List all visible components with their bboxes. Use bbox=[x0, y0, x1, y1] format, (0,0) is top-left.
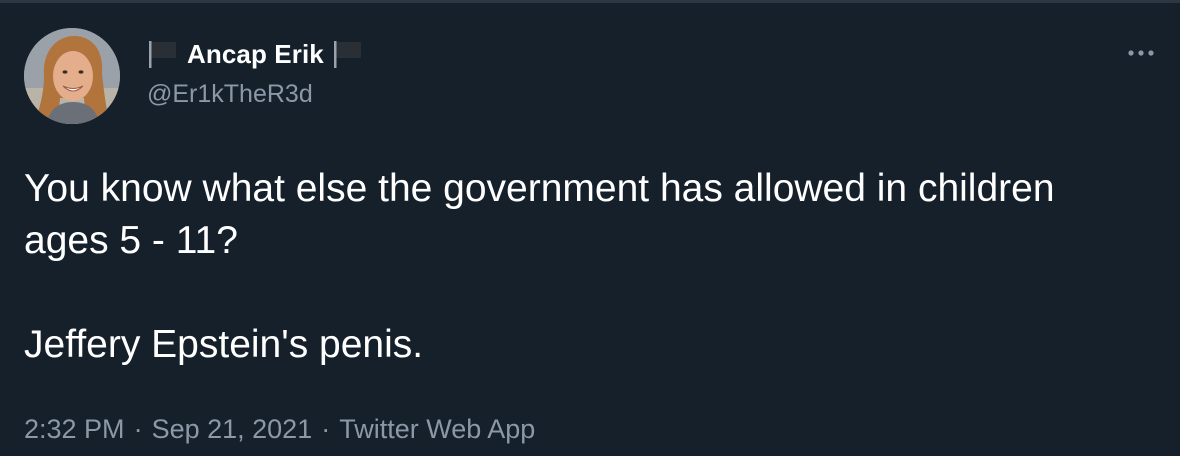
tweet-date[interactable]: Sep 21, 2021 bbox=[152, 414, 313, 444]
more-horizontal-icon bbox=[1128, 50, 1154, 56]
tweet-paragraph: You know what else the government has al… bbox=[24, 167, 1055, 262]
author-name-row[interactable]: Ancap Erik bbox=[147, 38, 364, 70]
more-options-button[interactable] bbox=[1124, 40, 1158, 66]
tweet-meta: 2:32 PM · Sep 21, 2021 · Twitter Web App bbox=[24, 414, 535, 445]
black-flag-icon bbox=[332, 39, 364, 69]
author-display-name[interactable]: Ancap Erik bbox=[187, 39, 324, 70]
tweet-time[interactable]: 2:32 PM bbox=[24, 414, 125, 444]
profile-photo-icon bbox=[24, 28, 120, 124]
tweet-source[interactable]: Twitter Web App bbox=[339, 414, 535, 444]
meta-separator: · bbox=[321, 414, 331, 444]
author-handle[interactable]: @Er1kTheR3d bbox=[147, 80, 313, 109]
tweet-paragraph: Jeffery Epstein's penis. bbox=[24, 323, 424, 366]
meta-separator: · bbox=[133, 414, 143, 444]
avatar[interactable] bbox=[24, 28, 120, 124]
tweet-card: Ancap Erik @Er1kTheR3d You know what els… bbox=[0, 0, 1180, 456]
tweet-text: You know what else the government has al… bbox=[24, 163, 1144, 371]
black-flag-icon bbox=[147, 39, 179, 69]
